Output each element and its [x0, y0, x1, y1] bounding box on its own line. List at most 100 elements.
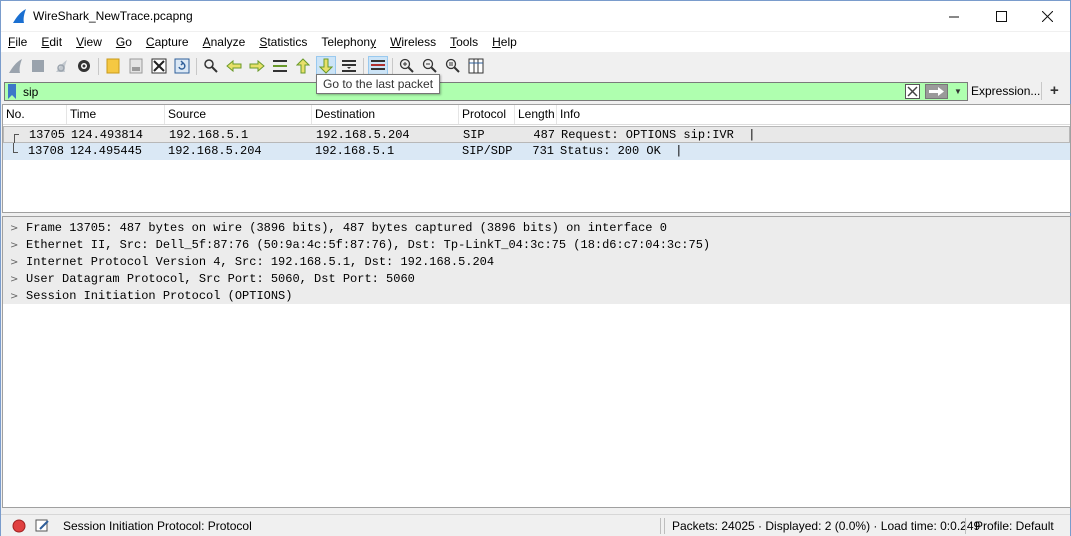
column-header-info[interactable]: Info: [557, 105, 1070, 124]
expand-arrow-icon[interactable]: >: [10, 271, 18, 288]
column-header-source[interactable]: Source: [165, 105, 312, 124]
menu-file[interactable]: File: [1, 32, 34, 52]
go-back-button[interactable]: [224, 56, 244, 76]
capture-comment-icon[interactable]: [35, 518, 50, 533]
cell-source: 192.168.5.204: [168, 144, 262, 158]
details-tree-item[interactable]: > Frame 13705: 487 bytes on wire (3896 b…: [3, 220, 1070, 237]
menu-telephony[interactable]: Telephony: [314, 32, 383, 52]
packet-row[interactable]: 13705 124.493814 192.168.5.1 192.168.5.2…: [3, 126, 1070, 144]
normal-size-button[interactable]: [443, 56, 463, 76]
details-tree-item[interactable]: > Internet Protocol Version 4, Src: 192.…: [3, 254, 1070, 271]
menu-go[interactable]: Go: [109, 32, 139, 52]
cell-length: 731: [532, 144, 554, 158]
column-header-protocol[interactable]: Protocol: [459, 105, 515, 124]
last-packet-button[interactable]: [316, 56, 336, 76]
bookmark-icon[interactable]: [7, 84, 17, 99]
status-separator: [965, 518, 966, 534]
filter-history-dropdown[interactable]: ▼: [952, 84, 964, 99]
auto-scroll-icon: [342, 60, 356, 72]
close-file-icon: [151, 58, 167, 74]
menu-tools[interactable]: Tools: [443, 32, 485, 52]
menu-bar: File Edit View Go Capture Analyze Statistics Te…: [1, 32, 1070, 52]
zoom-in-button[interactable]: [397, 56, 417, 76]
open-file-button[interactable]: [103, 56, 123, 76]
main-toolbar: [1, 53, 1070, 80]
clear-filter-icon[interactable]: [905, 84, 920, 99]
stop-icon: [32, 60, 44, 72]
toolbar-separator: [363, 58, 364, 75]
go-to-packet-button[interactable]: [270, 56, 290, 76]
packet-list-pane: No. Time Source Destination Protocol Len…: [2, 104, 1071, 213]
capture-options-button[interactable]: [74, 56, 94, 76]
expert-info-icon[interactable]: [12, 519, 26, 533]
add-filter-button[interactable]: +: [1050, 82, 1059, 99]
chevron-down-icon: ▼: [954, 87, 962, 96]
title-bar: WireShark_NewTrace.pcapng: [1, 1, 1070, 31]
toolbar-tooltip: Go to the last packet: [316, 74, 441, 94]
stop-capture-button[interactable]: [28, 56, 48, 76]
status-bar: Session Initiation Protocol: Protocol Pa…: [1, 514, 1070, 536]
cell-no: 13708: [27, 144, 64, 158]
cell-destination: 192.168.5.1: [315, 144, 395, 158]
details-item-text: Frame 13705: 487 bytes on wire (3896 bit…: [26, 221, 667, 235]
details-tree-item[interactable]: > User Datagram Protocol, Src Port: 5060…: [3, 271, 1070, 288]
save-file-button[interactable]: [126, 56, 146, 76]
details-item-text: Internet Protocol Version 4, Src: 192.16…: [26, 255, 495, 269]
menu-capture[interactable]: Capture: [139, 32, 196, 52]
zoom-out-button[interactable]: [420, 56, 440, 76]
maximize-button[interactable]: [978, 1, 1024, 31]
maximize-icon: [995, 10, 1007, 22]
go-to-packet-icon: [273, 60, 287, 72]
zoom-out-icon: [422, 58, 437, 73]
start-capture-button[interactable]: [5, 56, 25, 76]
minimize-icon: [948, 16, 959, 17]
arrow-right-icon: [249, 59, 265, 73]
menu-view[interactable]: View: [69, 32, 109, 52]
expand-arrow-icon[interactable]: >: [10, 237, 18, 254]
profile-status[interactable]: Profile: Default: [975, 519, 1054, 533]
menu-help[interactable]: Help: [485, 32, 524, 52]
filter-separator: [1041, 82, 1042, 100]
display-filter-input[interactable]: [23, 83, 893, 100]
colorize-icon: [371, 60, 385, 70]
menu-edit[interactable]: Edit: [34, 32, 69, 52]
restart-capture-button[interactable]: [51, 56, 71, 76]
toolbar-separator: [392, 58, 393, 75]
shark-fin-icon: [9, 59, 22, 73]
cell-protocol: SIP/SDP: [462, 144, 513, 158]
expand-arrow-icon[interactable]: >: [10, 254, 18, 271]
minimize-button[interactable]: [931, 1, 977, 31]
details-tree-item[interactable]: > Ethernet II, Src: Dell_5f:87:76 (50:9a…: [3, 237, 1070, 254]
status-separator: [664, 518, 665, 534]
reload-file-button[interactable]: [172, 56, 192, 76]
status-separator: [660, 518, 661, 534]
find-packet-button[interactable]: [201, 56, 221, 76]
close-icon: [1041, 10, 1053, 22]
apply-filter-icon[interactable]: [925, 84, 948, 99]
wireshark-fin-icon: [13, 9, 26, 23]
reload-icon: [174, 58, 190, 74]
close-button[interactable]: [1024, 1, 1070, 31]
main-window: WireShark_NewTrace.pcapng File Edit View Go…: [0, 0, 1071, 536]
menu-analyze[interactable]: Analyze: [196, 32, 253, 52]
cell-no: 13705: [28, 128, 65, 142]
first-packet-button[interactable]: [293, 56, 313, 76]
column-header-length[interactable]: Length: [515, 105, 557, 124]
expression-button[interactable]: Expression...: [971, 84, 1040, 98]
packet-row[interactable]: 13708 124.495445 192.168.5.204 192.168.5…: [3, 143, 1070, 160]
resize-columns-button[interactable]: [466, 56, 486, 76]
go-forward-button[interactable]: [247, 56, 267, 76]
column-header-time[interactable]: Time: [67, 105, 165, 124]
packets-count-status: Packets: 24025 · Displayed: 2 (0.0%) · L…: [672, 519, 981, 533]
details-tree-item[interactable]: > Session Initiation Protocol (OPTIONS): [3, 288, 1070, 305]
expand-arrow-icon[interactable]: >: [10, 288, 18, 305]
column-header-no[interactable]: No.: [3, 105, 67, 124]
close-file-button[interactable]: [149, 56, 169, 76]
colorize-button[interactable]: [368, 56, 388, 76]
menu-wireless[interactable]: Wireless: [383, 32, 443, 52]
auto-scroll-button[interactable]: [339, 56, 359, 76]
column-header-destination[interactable]: Destination: [312, 105, 459, 124]
menu-statistics[interactable]: Statistics: [252, 32, 314, 52]
expand-arrow-icon[interactable]: >: [10, 220, 18, 237]
cell-info: Status: 200 OK |: [560, 144, 683, 158]
